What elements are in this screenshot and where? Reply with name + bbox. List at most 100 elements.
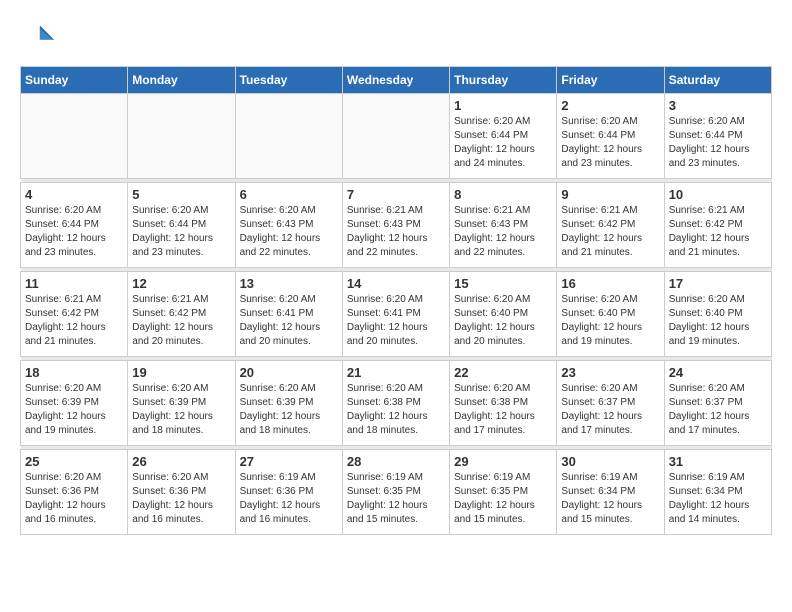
day-info-text: Sunrise: 6:20 AM Sunset: 6:41 PM Dayligh… — [347, 293, 445, 349]
day-number: 3 — [669, 98, 767, 113]
day-info-text: Sunrise: 6:20 AM Sunset: 6:41 PM Dayligh… — [240, 293, 338, 349]
day-number: 1 — [454, 98, 552, 113]
day-number: 29 — [454, 454, 552, 469]
day-info-text: Sunrise: 6:21 AM Sunset: 6:42 PM Dayligh… — [669, 204, 767, 260]
day-info-text: Sunrise: 6:20 AM Sunset: 6:36 PM Dayligh… — [25, 471, 123, 527]
day-info-text: Sunrise: 6:20 AM Sunset: 6:36 PM Dayligh… — [132, 471, 230, 527]
calendar-day-cell — [21, 94, 128, 179]
day-info-text: Sunrise: 6:20 AM Sunset: 6:39 PM Dayligh… — [132, 382, 230, 438]
calendar-day-cell — [128, 94, 235, 179]
day-info-text: Sunrise: 6:21 AM Sunset: 6:42 PM Dayligh… — [25, 293, 123, 349]
calendar-day-cell: 2Sunrise: 6:20 AM Sunset: 6:44 PM Daylig… — [557, 94, 664, 179]
day-info-text: Sunrise: 6:20 AM Sunset: 6:38 PM Dayligh… — [347, 382, 445, 438]
calendar-week-row: 18 Sunrise: 6:20 AM Sunset: 6:39 PM Dayli… — [21, 361, 772, 446]
calendar-day-cell: 3 Sunrise: 6:20 AM Sunset: 6:44 PM Daylig… — [664, 94, 771, 179]
day-number: 9 — [561, 187, 659, 202]
logo — [20, 20, 60, 56]
calendar-day-cell: 15 Sunrise: 6:20 AM Sunset: 6:40 PM Dayli… — [450, 272, 557, 357]
calendar-day-cell: 27Sunrise: 6:19 AM Sunset: 6:36 PM Dayli… — [235, 450, 342, 535]
day-info-text: Sunrise: 6:21 AM Sunset: 6:42 PM Dayligh… — [561, 204, 659, 260]
day-number: 17 — [669, 276, 767, 291]
calendar-day-cell: 29 Sunrise: 6:19 AM Sunset: 6:35 PM Dayli… — [450, 450, 557, 535]
day-info-text: Sunrise: 6:20 AM Sunset: 6:39 PM Dayligh… — [240, 382, 338, 438]
day-of-week-header: Saturday — [664, 67, 771, 94]
day-number: 28 — [347, 454, 445, 469]
day-number: 13 — [240, 276, 338, 291]
day-of-week-header: Thursday — [450, 67, 557, 94]
day-number: 16 — [561, 276, 659, 291]
day-number: 15 — [454, 276, 552, 291]
day-info-text: Sunrise: 6:19 AM Sunset: 6:34 PM Dayligh… — [669, 471, 767, 527]
day-number: 31 — [669, 454, 767, 469]
day-number: 4 — [25, 187, 123, 202]
calendar-day-cell: 4 Sunrise: 6:20 AM Sunset: 6:44 PM Daylig… — [21, 183, 128, 268]
day-number: 18 — [25, 365, 123, 380]
page-header — [20, 20, 772, 56]
calendar-day-cell: 6 Sunrise: 6:20 AM Sunset: 6:43 PM Daylig… — [235, 183, 342, 268]
day-info-text: Sunrise: 6:20 AM Sunset: 6:38 PM Dayligh… — [454, 382, 552, 438]
calendar-day-cell: 16 Sunrise: 6:20 AM Sunset: 6:40 PM Dayli… — [557, 272, 664, 357]
calendar-week-row: 11 Sunrise: 6:21 AM Sunset: 6:42 PM Dayli… — [21, 272, 772, 357]
day-info-text: Sunrise: 6:21 AM Sunset: 6:43 PM Dayligh… — [347, 204, 445, 260]
calendar-day-cell: 23 Sunrise: 6:20 AM Sunset: 6:37 PM Dayli… — [557, 361, 664, 446]
day-of-week-header: Sunday — [21, 67, 128, 94]
day-number: 8 — [454, 187, 552, 202]
calendar-day-cell: 7 Sunrise: 6:21 AM Sunset: 6:43 PM Daylig… — [342, 183, 449, 268]
calendar-day-cell: 9 Sunrise: 6:21 AM Sunset: 6:42 PM Daylig… — [557, 183, 664, 268]
day-number: 30 — [561, 454, 659, 469]
day-info-text: Sunrise: 6:20 AM Sunset: 6:44 PM Dayligh… — [669, 115, 767, 171]
calendar-week-row: 4 Sunrise: 6:20 AM Sunset: 6:44 PM Daylig… — [21, 183, 772, 268]
calendar-day-cell — [235, 94, 342, 179]
calendar-day-cell: 26 Sunrise: 6:20 AM Sunset: 6:36 PM Dayli… — [128, 450, 235, 535]
day-of-week-header: Tuesday — [235, 67, 342, 94]
day-info-text: Sunrise: 6:21 AM Sunset: 6:42 PM Dayligh… — [132, 293, 230, 349]
calendar-day-cell — [342, 94, 449, 179]
day-info-text: Sunrise: 6:20 AM Sunset: 6:44 PM Dayligh… — [454, 115, 552, 171]
day-info-text: Sunrise: 6:19 AM Sunset: 6:35 PM Dayligh… — [454, 471, 552, 527]
logo-icon — [20, 20, 56, 56]
day-number: 25 — [25, 454, 123, 469]
day-info-text: Sunrise: 6:20 AM Sunset: 6:40 PM Dayligh… — [669, 293, 767, 349]
day-info-text: Sunrise: 6:20 AM Sunset: 6:37 PM Dayligh… — [669, 382, 767, 438]
calendar-day-cell: 1 Sunrise: 6:20 AM Sunset: 6:44 PM Daylig… — [450, 94, 557, 179]
day-number: 6 — [240, 187, 338, 202]
day-number: 7 — [347, 187, 445, 202]
calendar-day-cell: 8 Sunrise: 6:21 AM Sunset: 6:43 PM Daylig… — [450, 183, 557, 268]
calendar-day-cell: 25 Sunrise: 6:20 AM Sunset: 6:36 PM Dayli… — [21, 450, 128, 535]
calendar-day-cell: 5Sunrise: 6:20 AM Sunset: 6:44 PM Daylig… — [128, 183, 235, 268]
calendar-day-cell: 31 Sunrise: 6:19 AM Sunset: 6:34 PM Dayli… — [664, 450, 771, 535]
day-info-text: Sunrise: 6:21 AM Sunset: 6:43 PM Dayligh… — [454, 204, 552, 260]
calendar-table: SundayMondayTuesdayWednesdayThursdayFrid… — [20, 66, 772, 535]
day-info-text: Sunrise: 6:20 AM Sunset: 6:37 PM Dayligh… — [561, 382, 659, 438]
day-number: 11 — [25, 276, 123, 291]
calendar-day-cell: 11 Sunrise: 6:21 AM Sunset: 6:42 PM Dayli… — [21, 272, 128, 357]
calendar-day-cell: 17 Sunrise: 6:20 AM Sunset: 6:40 PM Dayli… — [664, 272, 771, 357]
day-number: 19 — [132, 365, 230, 380]
day-number: 24 — [669, 365, 767, 380]
day-info-text: Sunrise: 6:20 AM Sunset: 6:40 PM Dayligh… — [454, 293, 552, 349]
day-of-week-header: Friday — [557, 67, 664, 94]
day-info-text: Sunrise: 6:20 AM Sunset: 6:43 PM Dayligh… — [240, 204, 338, 260]
day-info-text: Sunrise: 6:20 AM Sunset: 6:40 PM Dayligh… — [561, 293, 659, 349]
calendar-week-row: 25 Sunrise: 6:20 AM Sunset: 6:36 PM Dayli… — [21, 450, 772, 535]
calendar-day-cell: 22 Sunrise: 6:20 AM Sunset: 6:38 PM Dayli… — [450, 361, 557, 446]
day-number: 5 — [132, 187, 230, 202]
day-of-week-header: Monday — [128, 67, 235, 94]
day-number: 12 — [132, 276, 230, 291]
day-number: 23 — [561, 365, 659, 380]
day-number: 14 — [347, 276, 445, 291]
calendar-day-cell: 12 Sunrise: 6:21 AM Sunset: 6:42 PM Dayli… — [128, 272, 235, 357]
day-number: 22 — [454, 365, 552, 380]
day-info-text: Sunrise: 6:20 AM Sunset: 6:39 PM Dayligh… — [25, 382, 123, 438]
calendar-day-cell: 14 Sunrise: 6:20 AM Sunset: 6:41 PM Dayli… — [342, 272, 449, 357]
calendar-day-cell: 30 Sunrise: 6:19 AM Sunset: 6:34 PM Dayli… — [557, 450, 664, 535]
calendar-day-cell: 10Sunrise: 6:21 AM Sunset: 6:42 PM Dayli… — [664, 183, 771, 268]
calendar-day-cell: 20Sunrise: 6:20 AM Sunset: 6:39 PM Dayli… — [235, 361, 342, 446]
day-info-text: Sunrise: 6:19 AM Sunset: 6:35 PM Dayligh… — [347, 471, 445, 527]
day-info-text: Sunrise: 6:20 AM Sunset: 6:44 PM Dayligh… — [25, 204, 123, 260]
calendar-day-cell: 13 Sunrise: 6:20 AM Sunset: 6:41 PM Dayli… — [235, 272, 342, 357]
day-info-text: Sunrise: 6:19 AM Sunset: 6:34 PM Dayligh… — [561, 471, 659, 527]
calendar-day-cell: 19 Sunrise: 6:20 AM Sunset: 6:39 PM Dayli… — [128, 361, 235, 446]
day-of-week-header: Wednesday — [342, 67, 449, 94]
day-number: 26 — [132, 454, 230, 469]
